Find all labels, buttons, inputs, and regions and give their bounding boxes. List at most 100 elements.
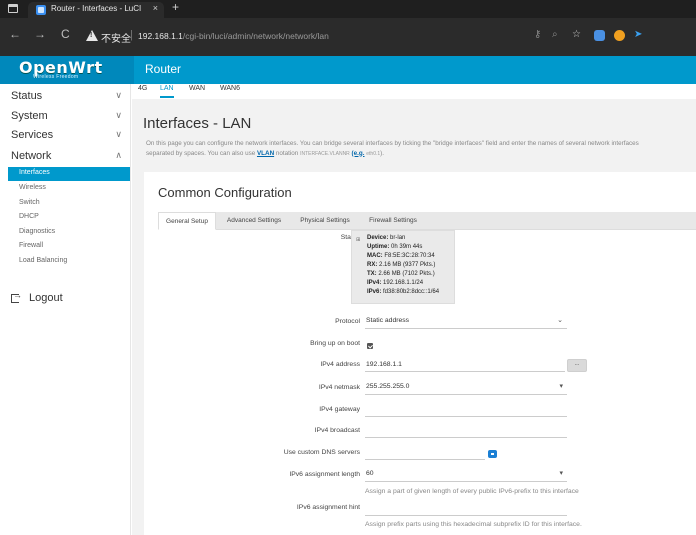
- network-port-icon: ⊞: [356, 237, 361, 243]
- ipv4-address-more-button[interactable]: ...: [567, 359, 587, 372]
- ipv4-address-row: IPv4 address ...: [158, 356, 696, 378]
- logo[interactable]: OpenWrt Wireless Freedom: [0, 56, 134, 84]
- ipv4-gateway-input[interactable]: [365, 403, 567, 417]
- vlan-link[interactable]: VLAN: [257, 150, 274, 157]
- ipv6-hint-input[interactable]: [365, 502, 567, 516]
- protocol-label: Protocol: [335, 318, 360, 325]
- favicon-icon: [36, 5, 46, 15]
- status-line: IPv4: 192.168.1.1/24: [367, 280, 424, 286]
- ipv4-broadcast-label: IPv4 broadcast: [314, 427, 360, 434]
- extension-icon-2[interactable]: [614, 30, 625, 41]
- ipv4-netmask-select[interactable]: 255.255.255.0 ▾: [365, 381, 567, 395]
- boot-label: Bring up on boot: [310, 340, 360, 347]
- chevron-down-icon: ∨: [115, 90, 122, 100]
- status-box: ⊞ Device: br-lan Uptime: 0h 39m 44s MAC:…: [351, 230, 455, 304]
- dns-server-input[interactable]: [365, 446, 485, 460]
- logout-icon: [11, 290, 22, 303]
- ipv6-hint-hint: Assign prefix parts using this hexadecim…: [365, 521, 582, 528]
- status-line: MAC: F8:5E:3C:28:70:34: [367, 253, 435, 259]
- page-title: Interfaces - LAN: [143, 115, 252, 132]
- example-link[interactable]: (e.g.: [352, 150, 365, 157]
- app-header: OpenWrt Wireless Freedom Router: [0, 56, 696, 84]
- status-line: Device: br-lan: [367, 235, 406, 241]
- tab-wan6[interactable]: WAN6: [220, 84, 240, 98]
- ipv6-hint-label: IPv6 assignment hint: [296, 504, 360, 511]
- ipv6-length-label: IPv6 assignment length: [289, 471, 360, 478]
- sidebar-item-firewall[interactable]: Firewall: [8, 240, 130, 254]
- common-configuration-card: Common Configuration General Setup Advan…: [144, 172, 696, 535]
- ipv6-length-row: IPv6 assignment length 60 ▾ Assign a par…: [158, 466, 696, 495]
- boot-row: Bring up on boot: [158, 335, 696, 357]
- tab-physical-settings[interactable]: Physical Settings: [290, 212, 360, 230]
- settings-tabs: General Setup Advanced Settings Physical…: [158, 212, 696, 230]
- ipv6-length-select[interactable]: 60 ▾: [365, 468, 567, 482]
- back-icon[interactable]: ←: [9, 27, 21, 41]
- ipv4-broadcast-row: IPv4 broadcast: [158, 422, 696, 444]
- tab-advanced-settings[interactable]: Advanced Settings: [219, 212, 289, 230]
- dropdown-arrow-icon: ▾: [559, 470, 563, 477]
- menu-status[interactable]: Status ∨: [0, 88, 131, 106]
- interface-tabs: 4G LAN WAN WAN6: [132, 84, 696, 98]
- sidebar: Status ∨ System ∨ Services ∨ Network ∧ I…: [0, 84, 131, 535]
- browser-toolbar: ← → C 不安全 | 192.168.1.1/cgi-bin/luci/adm…: [0, 18, 696, 56]
- url-text[interactable]: 192.168.1.1/cgi-bin/luci/admin/network/n…: [138, 31, 329, 41]
- ipv6-hint-row: IPv6 assignment hint Assign prefix parts…: [158, 502, 696, 528]
- ipv4-gateway-label: IPv4 gateway: [319, 406, 360, 413]
- menu-services[interactable]: Services ∨: [0, 127, 131, 145]
- send-icon[interactable]: ➤: [634, 29, 642, 40]
- dropdown-arrow-icon: ▾: [559, 383, 563, 390]
- tab-firewall-settings[interactable]: Firewall Settings: [362, 212, 424, 230]
- status-line: RX: 2.16 MB (9377 Pkts.): [367, 262, 436, 268]
- sidebar-item-wireless[interactable]: Wireless: [8, 182, 130, 196]
- protocol-select[interactable]: Static address ⌄: [365, 315, 567, 329]
- status-line: IPv6: fd38:80b2:8dcc::1/64: [367, 289, 440, 295]
- sidebar-item-load-balancing[interactable]: Load Balancing: [8, 255, 130, 269]
- tab-general-setup[interactable]: General Setup: [158, 212, 216, 230]
- browser-tab[interactable]: Router - Interfaces - LuCI ×: [28, 2, 164, 18]
- add-dns-icon[interactable]: [488, 450, 497, 458]
- sidebar-item-switch[interactable]: Switch: [8, 197, 130, 211]
- ipv4-address-label: IPv4 address: [320, 361, 360, 368]
- tab-wan[interactable]: WAN: [189, 84, 205, 98]
- browser-tab-strip: Router - Interfaces - LuCI × +: [0, 0, 696, 18]
- protocol-row: Protocol Static address ⌄: [158, 313, 696, 335]
- dns-row: Use custom DNS servers: [158, 444, 696, 466]
- page-description: On this page you can configure the netwo…: [146, 140, 639, 157]
- chevron-down-icon: ⌄: [557, 317, 563, 324]
- ipv4-address-input[interactable]: [365, 358, 565, 372]
- brand-name[interactable]: Router: [145, 62, 181, 76]
- ipv6-length-hint: Assign a part of given length of every p…: [365, 488, 579, 495]
- window-menu-icon[interactable]: [8, 4, 18, 13]
- tab-4g[interactable]: 4G: [138, 84, 147, 98]
- ipv4-gateway-row: IPv4 gateway: [158, 401, 696, 423]
- tab-close-icon[interactable]: ×: [153, 3, 158, 13]
- sidebar-item-interfaces[interactable]: Interfaces: [8, 167, 130, 181]
- browser-window: Router - Interfaces - LuCI × + ← → C 不安全…: [0, 0, 696, 535]
- key-icon[interactable]: ⚷: [534, 29, 541, 40]
- favorites-icon[interactable]: ☆: [572, 29, 581, 40]
- status-line: Uptime: 0h 39m 44s: [367, 244, 423, 250]
- sidebar-item-dhcp[interactable]: DHCP: [8, 211, 130, 225]
- boot-checkbox[interactable]: [367, 343, 373, 349]
- extension-icon[interactable]: [594, 30, 605, 41]
- chevron-down-icon: ∨: [115, 110, 122, 120]
- warning-icon: [86, 30, 98, 41]
- insecure-label[interactable]: 不安全: [101, 30, 131, 45]
- main-content: 4G LAN WAN WAN6 Interfaces - LAN On this…: [132, 84, 696, 535]
- status-line: TX: 2.66 MB (7102 Pkts.): [367, 271, 435, 277]
- reload-icon[interactable]: C: [61, 27, 70, 41]
- sidebar-item-diagnostics[interactable]: Diagnostics: [8, 226, 130, 240]
- address-bar[interactable]: 不安全 | 192.168.1.1/cgi-bin/luci/admin/net…: [80, 26, 690, 48]
- ipv4-broadcast-input[interactable]: [365, 424, 567, 438]
- section-title: Common Configuration: [158, 185, 292, 200]
- menu-system[interactable]: System ∨: [0, 108, 131, 126]
- ipv4-netmask-row: IPv4 netmask 255.255.255.0 ▾: [158, 379, 696, 401]
- zoom-icon[interactable]: ⌕: [552, 29, 558, 40]
- menu-network[interactable]: Network ∧: [0, 148, 131, 166]
- new-tab-icon[interactable]: +: [172, 0, 179, 14]
- tab-lan[interactable]: LAN: [160, 84, 174, 98]
- forward-icon[interactable]: →: [34, 27, 46, 41]
- tab-title: Router - Interfaces - LuCI: [51, 4, 142, 13]
- chevron-up-icon: ∧: [115, 150, 122, 160]
- dns-label: Use custom DNS servers: [283, 449, 360, 456]
